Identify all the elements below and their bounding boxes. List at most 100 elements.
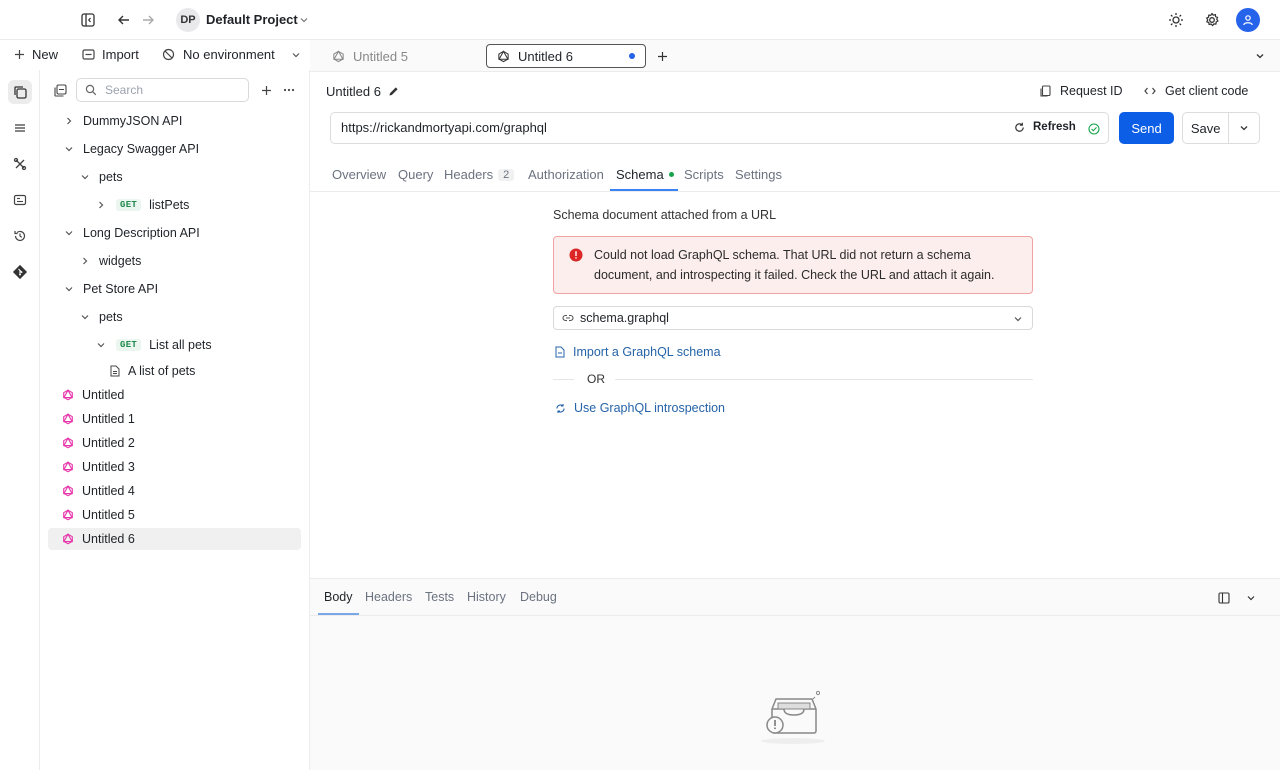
active-tab-indicator <box>610 189 678 191</box>
new-button[interactable]: New <box>14 47 58 62</box>
search-icon <box>85 84 97 96</box>
response-tab-body[interactable]: Body <box>324 590 353 604</box>
tree-item[interactable]: Untitled 3 <box>48 456 301 478</box>
more-options-icon[interactable] <box>282 83 296 97</box>
tree-item[interactable]: A list of pets <box>48 360 301 382</box>
refresh-button[interactable]: Refresh <box>1014 121 1076 133</box>
response-tab-tests[interactable]: Tests <box>425 590 454 604</box>
sidebar-toggle-icon[interactable] <box>80 12 96 28</box>
import-button[interactable]: Import <box>82 47 139 62</box>
mock-servers-icon[interactable] <box>8 152 32 176</box>
search-box[interactable] <box>76 78 249 102</box>
tree-item[interactable]: widgets <box>48 250 301 272</box>
docs-icon[interactable] <box>8 188 32 212</box>
chevron-right-icon[interactable] <box>78 256 92 266</box>
chevron-right-icon[interactable] <box>62 116 76 126</box>
tab-authorization[interactable]: Authorization <box>528 167 604 182</box>
forward-arrow-icon[interactable] <box>140 12 156 28</box>
chevron-down-icon[interactable] <box>94 340 108 350</box>
client-code-label: Get client code <box>1165 84 1249 98</box>
tree-item[interactable]: Untitled 1 <box>48 408 301 430</box>
top-bar: DP Default Project <box>0 0 1280 40</box>
add-item-icon[interactable] <box>259 83 273 97</box>
introspection-link[interactable]: Use GraphQL introspection <box>555 401 725 415</box>
collections-icon[interactable] <box>8 80 32 104</box>
request-id-button[interactable]: Request ID <box>1040 84 1123 98</box>
tree-item[interactable]: Untitled 5 <box>48 504 301 526</box>
import-label: Import <box>102 47 139 62</box>
chevron-down-icon[interactable] <box>78 312 92 322</box>
git-icon[interactable] <box>8 260 32 284</box>
edit-pencil-icon[interactable] <box>388 86 399 97</box>
tab-overview[interactable]: Overview <box>332 167 386 182</box>
environment-label: No environment <box>183 47 275 62</box>
tree-item[interactable]: GET List all pets <box>48 334 301 356</box>
tree-item[interactable]: Long Description API <box>48 222 301 244</box>
response-tabs-divider <box>310 615 1280 616</box>
project-name[interactable]: Default Project <box>206 12 298 27</box>
tab-untitled-6[interactable]: Untitled 6 <box>486 44 646 68</box>
collections-view-icon[interactable] <box>53 83 67 97</box>
collapse-panel-chevron-icon[interactable] <box>1245 592 1257 604</box>
tree-item[interactable]: DummyJSON API <box>48 110 301 132</box>
headers-count-badge: 2 <box>498 168 515 181</box>
tree-item[interactable]: Untitled 6 <box>48 528 301 550</box>
tab-schema[interactable]: Schema <box>616 167 674 182</box>
schema-file-select[interactable]: schema.graphql <box>553 306 1033 330</box>
chevron-down-icon[interactable] <box>78 172 92 182</box>
schema-status-dot <box>668 172 674 177</box>
response-tab-debug[interactable]: Debug <box>520 590 557 604</box>
import-icon <box>82 49 95 60</box>
back-arrow-icon[interactable] <box>116 12 132 28</box>
environments-icon[interactable] <box>8 116 32 140</box>
panel-layout-icon[interactable] <box>1217 591 1231 605</box>
tree-item[interactable]: Untitled 2 <box>48 432 301 454</box>
tree-item-label: Untitled 6 <box>82 532 135 546</box>
chevron-down-icon[interactable] <box>298 14 310 26</box>
tab-headers-label: Headers <box>444 167 494 182</box>
tab-headers[interactable]: Headers 2 <box>444 167 515 182</box>
chevron-down-icon <box>1240 126 1248 131</box>
unsaved-dot <box>629 53 635 59</box>
tab-settings[interactable]: Settings <box>735 167 782 182</box>
tab-label: Untitled 6 <box>518 48 573 64</box>
settings-gear-icon[interactable] <box>1203 11 1221 29</box>
user-avatar[interactable] <box>1236 8 1260 32</box>
tab-scripts[interactable]: Scripts <box>684 167 724 182</box>
theme-sun-icon[interactable] <box>1167 11 1185 29</box>
save-options-button[interactable] <box>1228 113 1259 143</box>
tree-item[interactable]: pets <box>48 166 301 188</box>
schema-heading: Schema document attached from a URL <box>553 208 777 222</box>
tree-item[interactable]: pets <box>48 306 301 328</box>
project-avatar[interactable]: DP <box>176 8 200 32</box>
new-tab-icon[interactable] <box>655 49 669 63</box>
chevron-right-icon[interactable] <box>94 200 108 210</box>
search-input[interactable] <box>105 83 235 97</box>
tree-item[interactable]: Untitled 4 <box>48 480 301 502</box>
graphql-icon <box>62 389 74 401</box>
tree-item[interactable]: Untitled <box>48 384 301 406</box>
get-client-code-button[interactable]: Get client code <box>1144 84 1248 98</box>
or-divider-left <box>553 379 574 380</box>
tab-untitled-5[interactable]: Untitled 5 <box>322 44 482 68</box>
url-input[interactable] <box>341 120 981 135</box>
tab-query[interactable]: Query <box>398 167 433 182</box>
chevron-down-icon[interactable] <box>62 228 76 238</box>
tree-item[interactable]: Pet Store API <box>48 278 301 300</box>
tree-item[interactable]: Legacy Swagger API <box>48 138 301 160</box>
send-button[interactable]: Send <box>1119 112 1174 144</box>
tabs-overflow-chevron-icon[interactable] <box>1254 50 1266 62</box>
response-panel: Body Headers Tests History Debug <box>310 578 1280 770</box>
history-icon[interactable] <box>8 224 32 248</box>
request-title[interactable]: Untitled 6 <box>326 84 399 99</box>
environment-selector[interactable]: No environment <box>162 47 301 62</box>
tree-item[interactable]: GET listPets <box>48 194 301 216</box>
method-badge: GET <box>116 339 142 351</box>
chevron-down-icon[interactable] <box>62 284 76 294</box>
response-tab-headers[interactable]: Headers <box>365 590 412 604</box>
import-schema-link[interactable]: Import a GraphQL schema <box>555 345 721 359</box>
chevron-down-icon[interactable] <box>62 144 76 154</box>
introspection-label: Use GraphQL introspection <box>574 401 726 415</box>
response-tab-history[interactable]: History <box>467 590 506 604</box>
save-button[interactable]: Save <box>1183 113 1228 143</box>
